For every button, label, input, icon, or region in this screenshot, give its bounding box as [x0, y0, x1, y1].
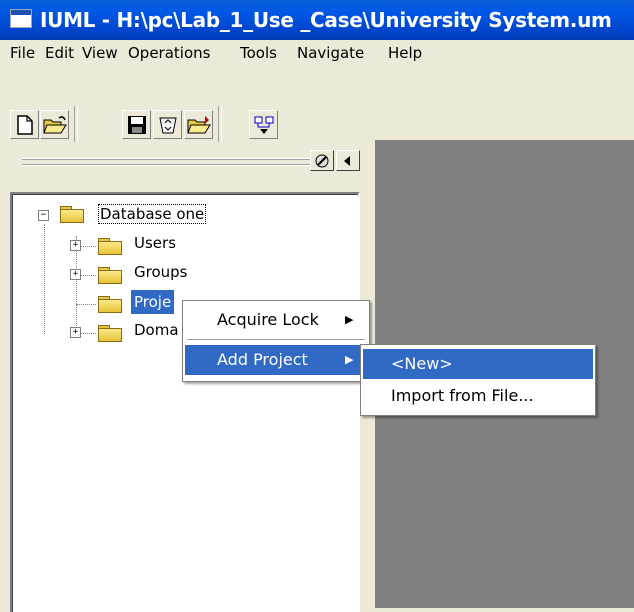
menu-navigate[interactable]: Navigate — [297, 44, 364, 62]
menu-item-label: Add Project — [217, 350, 308, 369]
tree-line — [44, 224, 45, 334]
folder-icon — [98, 323, 122, 342]
menu-tools[interactable]: Tools — [240, 44, 277, 62]
new-icon[interactable] — [10, 110, 39, 139]
submenu-arrow-icon: ▶ — [345, 353, 354, 366]
model-icon[interactable] — [249, 110, 278, 139]
folder-icon — [98, 236, 122, 255]
open-icon[interactable] — [40, 110, 69, 139]
import-icon[interactable] — [184, 110, 213, 139]
menu-item-label: Acquire Lock — [217, 310, 319, 329]
expand-icon[interactable]: + — [70, 327, 81, 338]
panel-grip[interactable] — [22, 158, 312, 166]
menu-item-acquire-lock[interactable]: Acquire Lock ▶ — [183, 305, 369, 335]
recycle-icon[interactable] — [153, 110, 182, 139]
open-folder-icon — [60, 204, 84, 223]
menu-edit[interactable]: Edit — [45, 44, 74, 62]
pin-icon[interactable] — [310, 150, 334, 171]
menu-operations[interactable]: Operations — [128, 44, 210, 62]
menu-help[interactable]: Help — [388, 44, 422, 62]
tree-item-projects[interactable]: Proje — [131, 290, 175, 314]
save-icon[interactable] — [122, 110, 151, 139]
collapse-icon[interactable]: − — [38, 210, 49, 221]
collapse-left-icon[interactable] — [336, 150, 360, 171]
toolbar-separator — [218, 106, 222, 142]
submenu-arrow-icon: ▶ — [345, 313, 354, 326]
menu-item-import-from-file[interactable]: Import from File... — [363, 381, 593, 411]
panel-header — [10, 150, 365, 172]
tree-item-users[interactable]: Users — [134, 234, 176, 252]
context-menu: Acquire Lock ▶ Add Project ▶ — [182, 300, 370, 382]
app-window-icon — [10, 9, 32, 28]
tree-line — [76, 304, 96, 305]
submenu: <New> Import from File... — [360, 344, 596, 416]
menu-item-new[interactable]: <New> — [363, 349, 593, 379]
tree-item-groups[interactable]: Groups — [134, 263, 187, 281]
menu-bar: File Edit View Operations Tools Navigate… — [0, 40, 634, 66]
menu-view[interactable]: View — [82, 44, 118, 62]
expand-icon[interactable]: + — [70, 269, 81, 280]
folder-icon — [98, 265, 122, 284]
menu-item-label: <New> — [391, 354, 453, 373]
tree-item-domains[interactable]: Doma — [134, 321, 179, 339]
menu-item-add-project[interactable]: Add Project ▶ — [185, 345, 367, 375]
expand-icon[interactable]: + — [70, 240, 81, 251]
title-bar[interactable]: IUML - H:\pc\Lab_1_Use _Case\University … — [0, 0, 634, 40]
tree-root-label[interactable]: Database one — [98, 204, 207, 224]
tree-pane — [10, 192, 360, 612]
window-title: IUML - H:\pc\Lab_1_Use _Case\University … — [40, 8, 612, 32]
menu-file[interactable]: File — [10, 44, 35, 62]
menu-item-label: Import from File... — [391, 386, 534, 405]
toolbar-separator — [74, 106, 78, 142]
folder-icon — [98, 294, 122, 313]
menu-separator — [187, 339, 365, 340]
